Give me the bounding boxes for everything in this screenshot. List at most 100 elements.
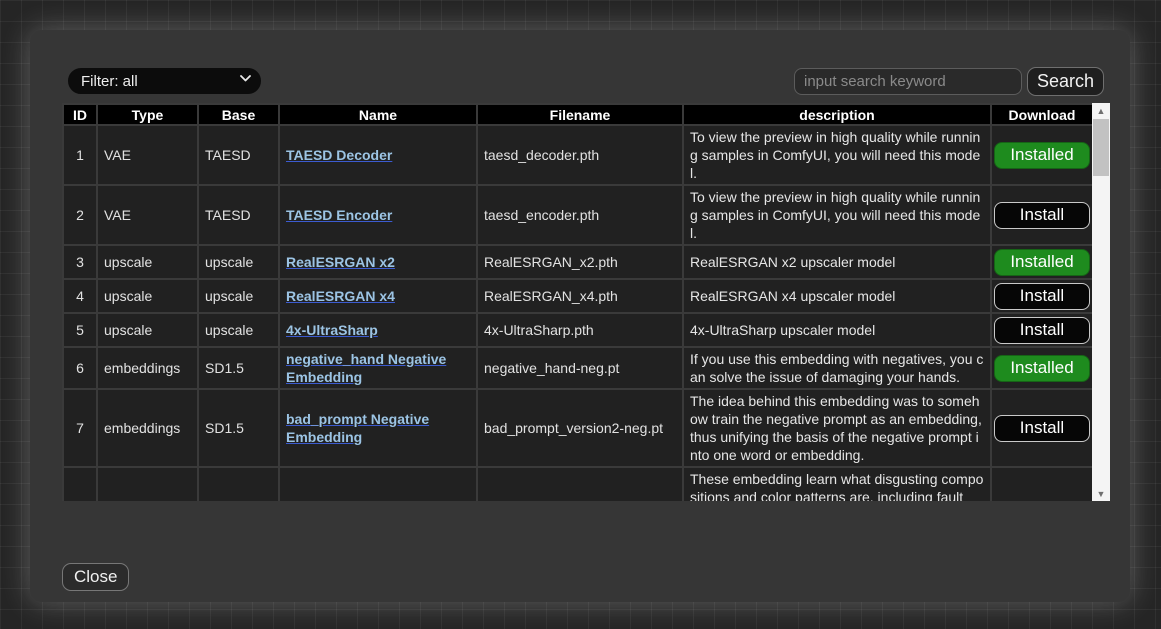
cell-filename: taesd_encoder.pth [477, 185, 683, 245]
cell-type: VAE [97, 185, 198, 245]
table-scrollbar[interactable]: ▲ ▼ [1092, 103, 1110, 501]
header-type: Type [97, 104, 198, 125]
header-description: description [683, 104, 991, 125]
cell-type: upscale [97, 279, 198, 313]
table-row: 4 upscale upscale RealESRGAN x4 RealESRG… [63, 279, 1092, 313]
cell-name: TAESD Encoder [279, 185, 477, 245]
cell-id: 7 [63, 389, 97, 467]
model-name-link[interactable]: 4x-UltraSharp [286, 322, 378, 338]
models-table: ID Type Base Name Filename description D… [62, 103, 1092, 501]
scrollbar-down-arrow-icon[interactable]: ▼ [1092, 486, 1110, 501]
download-button[interactable]: Install [994, 283, 1090, 310]
cell-id [63, 467, 97, 501]
cell-download [991, 467, 1092, 501]
comfyui-canvas: { "dialog": { "filter": { "selected": "F… [0, 0, 1161, 629]
cell-description: 4x-UltraSharp upscaler model [683, 313, 991, 347]
cell-id: 2 [63, 185, 97, 245]
cell-base: SD1.5 [198, 347, 279, 389]
model-name-link[interactable]: RealESRGAN x2 [286, 254, 395, 270]
download-button[interactable]: Install [994, 317, 1090, 344]
search-button[interactable]: Search [1027, 67, 1104, 96]
cell-description: These embedding learn what disgusting co… [683, 467, 991, 501]
cell-name: negative_hand Negative Embedding [279, 347, 477, 389]
cell-filename: bad_prompt_version2-neg.pt [477, 389, 683, 467]
cell-filename: RealESRGAN_x2.pth [477, 245, 683, 279]
cell-description: RealESRGAN x2 upscaler model [683, 245, 991, 279]
header-download: Download [991, 104, 1092, 125]
cell-base: upscale [198, 313, 279, 347]
cell-download: Install [991, 389, 1092, 467]
models-table-area: ID Type Base Name Filename description D… [62, 103, 1110, 501]
download-button[interactable]: Install [994, 202, 1090, 229]
cell-type [97, 467, 198, 501]
cell-id: 3 [63, 245, 97, 279]
cell-base: upscale [198, 245, 279, 279]
models-table-viewport: ID Type Base Name Filename description D… [62, 103, 1092, 501]
cell-filename: 4x-UltraSharp.pth [477, 313, 683, 347]
cell-download: Installed [991, 125, 1092, 185]
search-input[interactable] [794, 68, 1022, 95]
scrollbar-thumb[interactable] [1093, 119, 1109, 176]
model-name-link[interactable]: negative_hand Negative Embedding [286, 351, 446, 385]
cell-type: VAE [97, 125, 198, 185]
close-button[interactable]: Close [62, 563, 129, 591]
table-row: 7 embeddings SD1.5 bad_prompt Negative E… [63, 389, 1092, 467]
table-row: 5 upscale upscale 4x-UltraSharp 4x-Ultra… [63, 313, 1092, 347]
cell-base: TAESD [198, 125, 279, 185]
cell-id: 4 [63, 279, 97, 313]
model-name-link[interactable]: bad_prompt Negative Embedding [286, 411, 429, 445]
table-row: 1 VAE TAESD TAESD Decoder taesd_decoder.… [63, 125, 1092, 185]
cell-download: Install [991, 279, 1092, 313]
cell-type: embeddings [97, 347, 198, 389]
cell-description: RealESRGAN x4 upscaler model [683, 279, 991, 313]
table-row: 6 embeddings SD1.5 negative_hand Negativ… [63, 347, 1092, 389]
cell-base [198, 467, 279, 501]
install-models-dialog: Filter: all Search ID Type Base Name [30, 30, 1130, 602]
download-button[interactable]: Install [994, 415, 1090, 442]
download-button[interactable]: Installed [994, 142, 1090, 169]
cell-type: upscale [97, 245, 198, 279]
table-row: 2 VAE TAESD TAESD Encoder taesd_encoder.… [63, 185, 1092, 245]
cell-description: To view the preview in high quality whil… [683, 185, 991, 245]
cell-filename: RealESRGAN_x4.pth [477, 279, 683, 313]
cell-name [279, 467, 477, 501]
table-row: 3 upscale upscale RealESRGAN x2 RealESRG… [63, 245, 1092, 279]
cell-id: 1 [63, 125, 97, 185]
model-name-link[interactable]: TAESD Decoder [286, 147, 392, 163]
header-filename: Filename [477, 104, 683, 125]
header-name: Name [279, 104, 477, 125]
cell-filename: taesd_decoder.pth [477, 125, 683, 185]
cell-type: upscale [97, 313, 198, 347]
cell-name: RealESRGAN x2 [279, 245, 477, 279]
cell-name: 4x-UltraSharp [279, 313, 477, 347]
table-row-partial: These embedding learn what disgusting co… [63, 467, 1092, 501]
cell-download: Install [991, 313, 1092, 347]
cell-download: Installed [991, 245, 1092, 279]
table-header-row: ID Type Base Name Filename description D… [63, 104, 1092, 125]
filter-dropdown[interactable]: Filter: all [68, 68, 261, 94]
cell-id: 6 [63, 347, 97, 389]
cell-name: TAESD Decoder [279, 125, 477, 185]
cell-filename [477, 467, 683, 501]
cell-description: The idea behind this embedding was to so… [683, 389, 991, 467]
download-button[interactable]: Installed [994, 249, 1090, 276]
model-name-link[interactable]: TAESD Encoder [286, 207, 392, 223]
cell-base: SD1.5 [198, 389, 279, 467]
cell-name: bad_prompt Negative Embedding [279, 389, 477, 467]
header-base: Base [198, 104, 279, 125]
filter-dropdown-wrap: Filter: all [68, 68, 261, 94]
cell-type: embeddings [97, 389, 198, 467]
header-id: ID [63, 104, 97, 125]
cell-id: 5 [63, 313, 97, 347]
model-name-link[interactable]: RealESRGAN x4 [286, 288, 395, 304]
scrollbar-up-arrow-icon[interactable]: ▲ [1092, 103, 1110, 118]
cell-filename: negative_hand-neg.pt [477, 347, 683, 389]
cell-download: Install [991, 185, 1092, 245]
cell-description: If you use this embedding with negatives… [683, 347, 991, 389]
cell-description: To view the preview in high quality whil… [683, 125, 991, 185]
cell-base: TAESD [198, 185, 279, 245]
cell-download: Installed [991, 347, 1092, 389]
cell-name: RealESRGAN x4 [279, 279, 477, 313]
cell-base: upscale [198, 279, 279, 313]
download-button[interactable]: Installed [994, 355, 1090, 382]
